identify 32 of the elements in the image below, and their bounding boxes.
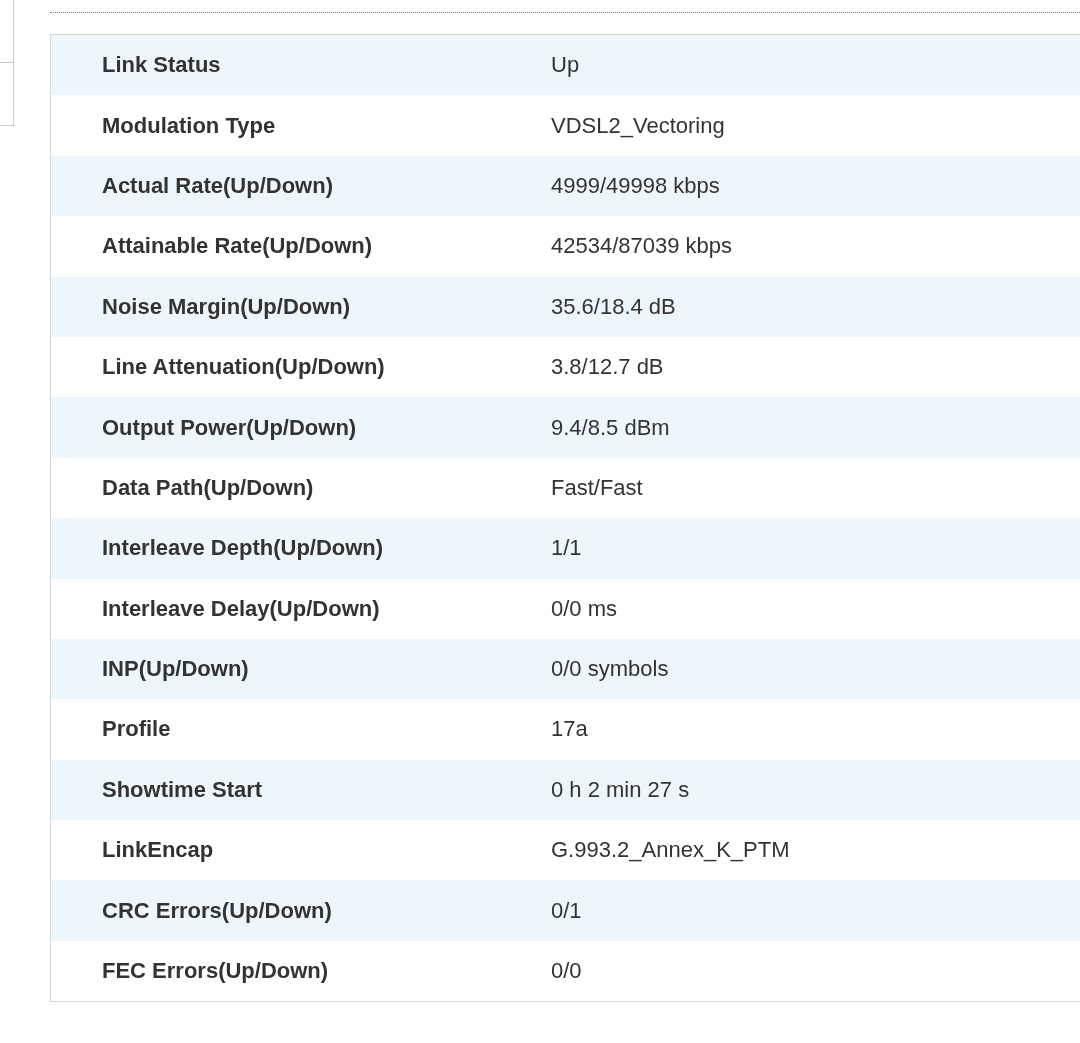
row-label: Attainable Rate(Up/Down)	[101, 233, 374, 260]
row-value: 17a	[551, 716, 588, 743]
row-value: 0/0	[551, 958, 582, 985]
row-label: Link Status	[101, 52, 222, 79]
row-label: Actual Rate(Up/Down)	[101, 172, 334, 199]
row-label: INP(Up/Down)	[101, 656, 250, 683]
row-label: CRC Errors(Up/Down)	[101, 897, 333, 924]
row-value: 0/1	[551, 897, 582, 924]
row-value: 0/0 symbols	[551, 656, 669, 683]
row-value: 0/0 ms	[551, 595, 618, 622]
row-label: LinkEncap	[101, 837, 215, 864]
row-value: 1/1	[551, 535, 582, 562]
row-label: Modulation Type	[101, 112, 277, 139]
row-value: 4999/49998 kbps	[551, 172, 720, 199]
row-label: Interleave Delay(Up/Down)	[101, 595, 381, 622]
row-label: Output Power(Up/Down)	[101, 414, 358, 441]
row-value: G.993.2_Annex_K_PTM	[551, 837, 790, 864]
row-value: Up	[551, 52, 580, 79]
row-value: 3.8/12.7 dB	[551, 354, 664, 381]
row-value: Fast/Fast	[551, 474, 643, 501]
row-value: 9.4/8.5 dBm	[551, 414, 670, 441]
row-value: 42534/87039 kbps	[551, 233, 733, 260]
row-value: 0 h 2 min 27 s	[551, 776, 690, 803]
row-label: Showtime Start	[101, 776, 264, 803]
row-label: Noise Margin(Up/Down)	[101, 293, 352, 320]
row-label: Line Attenuation(Up/Down)	[101, 354, 386, 381]
row-label: Profile	[101, 716, 172, 743]
row-label: Data Path(Up/Down)	[101, 474, 315, 501]
row-value: VDSL2_Vectoring	[551, 112, 725, 139]
row-label: Interleave Depth(Up/Down)	[101, 535, 385, 562]
row-label: FEC Errors(Up/Down)	[101, 958, 330, 985]
row-value: 35.6/18.4 dB	[551, 293, 676, 320]
